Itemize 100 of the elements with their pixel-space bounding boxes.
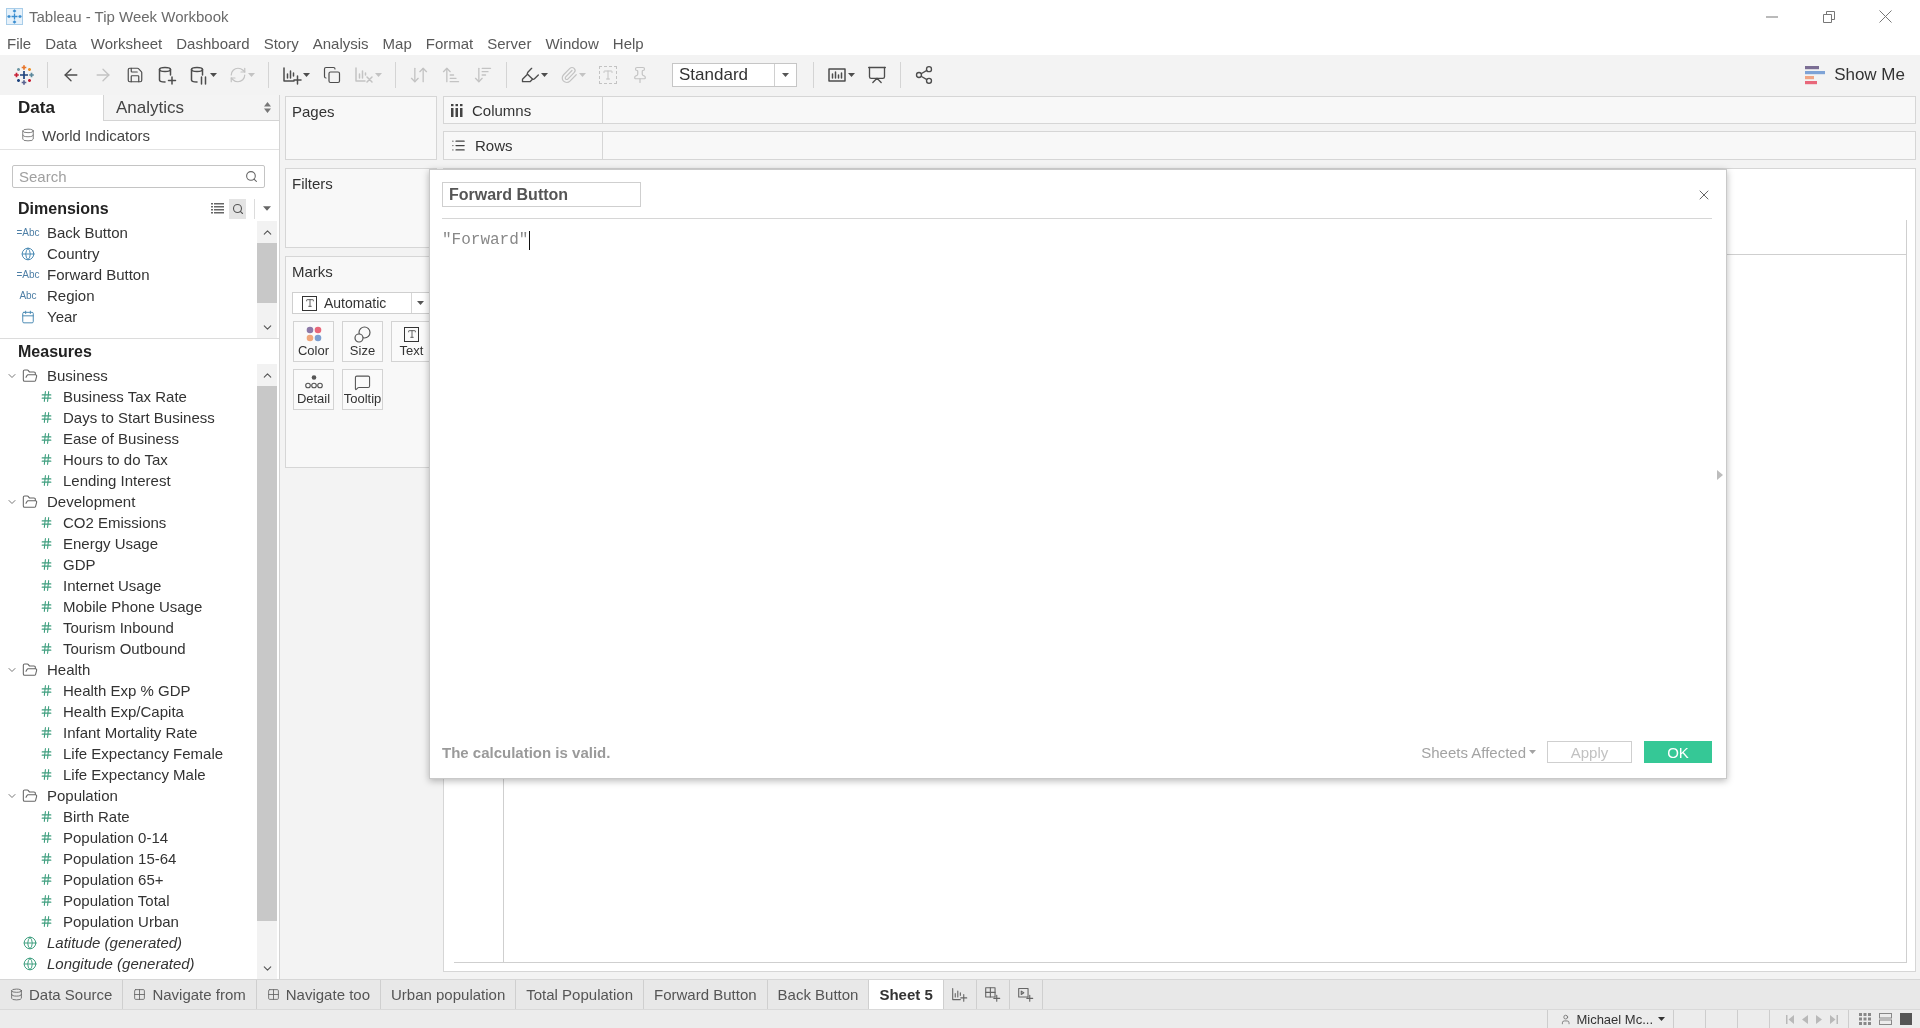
shelf-title: Columns: [472, 101, 532, 119]
hash-icon: [39, 915, 53, 928]
field-item[interactable]: Population 65+: [0, 869, 257, 890]
app-logo-icon[interactable]: [14, 65, 34, 85]
search-field[interactable]: Search: [12, 165, 265, 188]
field-item[interactable]: Population Urban: [0, 911, 257, 932]
field-item[interactable]: Birth Rate: [0, 806, 257, 827]
field-item[interactable]: Life Expectancy Female: [0, 743, 257, 764]
field-item[interactable]: Country: [0, 243, 257, 264]
hash-icon: [39, 726, 53, 739]
dotted-list-icon[interactable]: [211, 203, 224, 214]
field-item[interactable]: Population 0-14: [0, 827, 257, 848]
scrollbar-thumb[interactable]: [257, 243, 277, 303]
field-item[interactable]: Business Tax Rate: [0, 386, 257, 407]
field-item[interactable]: Population 15-64: [0, 848, 257, 869]
menu-item[interactable]: Format: [418, 33, 481, 55]
field-item[interactable]: Hours to do Tax: [0, 449, 257, 470]
field-item[interactable]: CO2 Emissions: [0, 512, 257, 533]
field-item[interactable]: Tourism Outbound: [0, 638, 257, 659]
database-icon: [21, 128, 35, 142]
skip-forward-icon[interactable]: [1830, 1014, 1838, 1024]
field-item[interactable]: Latitude (generated): [0, 932, 257, 953]
marks-button[interactable]: Detail: [293, 369, 334, 410]
field-item[interactable]: Abc Region: [0, 285, 257, 306]
folder-item[interactable]: Development: [0, 491, 257, 512]
text-box-icon: [404, 326, 419, 342]
menu-item[interactable]: Data: [38, 33, 84, 55]
hash-icon: [39, 873, 53, 886]
presentation-icon: [867, 65, 887, 85]
mark-type-dropdown[interactable]: Automatic: [292, 292, 430, 314]
fit-dropdown[interactable]: Standard: [672, 63, 797, 87]
field-item[interactable]: =Abc Forward Button: [0, 264, 257, 285]
field-item[interactable]: GDP: [0, 554, 257, 575]
up-down-triangles-icon[interactable]: [264, 102, 271, 113]
triangle-right-icon[interactable]: [1816, 1014, 1822, 1024]
field-item[interactable]: Energy Usage: [0, 533, 257, 554]
menu-item[interactable]: Server: [480, 33, 539, 55]
skip-back-icon[interactable]: [1786, 1014, 1794, 1024]
field-item[interactable]: Health Exp/Capita: [0, 701, 257, 722]
text-cursor-icon: [529, 230, 531, 250]
search-icon: [245, 170, 258, 183]
show-me-button[interactable]: Show Me: [1801, 60, 1912, 90]
app-logo-icon: [6, 8, 23, 25]
folder-item[interactable]: Population: [0, 785, 257, 806]
folder-item[interactable]: Business: [0, 365, 257, 386]
folder-item[interactable]: Health: [0, 659, 257, 680]
paperclip-icon: [560, 66, 578, 84]
chart-box-icon: [827, 65, 847, 85]
sheet-tab[interactable]: Sheet 5: [869, 980, 944, 1009]
formula-editor[interactable]: "Forward": [442, 219, 1712, 740]
field-item[interactable]: =Abc Back Button: [0, 222, 257, 243]
marks-button[interactable]: Size: [342, 321, 383, 362]
field-item[interactable]: Tourism Inbound: [0, 617, 257, 638]
section-heading: Dimensions: [18, 199, 109, 218]
hash-icon: [39, 474, 53, 487]
menu-item[interactable]: Worksheet: [83, 33, 170, 55]
triangle-left-icon[interactable]: [1802, 1014, 1808, 1024]
shelf[interactable]: Rows: [443, 131, 1916, 160]
field-item[interactable]: Internet Usage: [0, 575, 257, 596]
field-item[interactable]: Lending Interest: [0, 470, 257, 491]
shelf[interactable]: Columns: [443, 96, 1916, 124]
share-icon: [914, 65, 934, 85]
menu-item[interactable]: Help: [605, 33, 651, 55]
menu-item[interactable]: File: [0, 33, 39, 55]
data-type-label: =Abc: [16, 227, 40, 238]
caret-down-icon: [1658, 1017, 1665, 1021]
marks-button[interactable]: Tooltip: [342, 369, 383, 410]
swap-arrows-icon: [409, 65, 429, 85]
horizontal-bars-icon: [1805, 65, 1828, 85]
field-item[interactable]: Ease of Business: [0, 428, 257, 449]
validation-message: The calculation is valid.: [442, 743, 611, 761]
hash-icon: [39, 894, 53, 907]
marks-button[interactable]: Text: [391, 321, 432, 362]
dot-grid-icon[interactable]: [1859, 1013, 1871, 1025]
user-menu[interactable]: Michael Mc...: [1547, 1010, 1674, 1028]
menu-item[interactable]: Map: [375, 33, 419, 55]
database-plus-icon: [157, 65, 177, 85]
hash-icon: [39, 516, 53, 529]
field-item[interactable]: Infant Mortality Rate: [0, 722, 257, 743]
stacked-rows-icon[interactable]: [1879, 1013, 1892, 1025]
field-item[interactable]: Year: [0, 306, 257, 327]
menu-item[interactable]: Analysis: [305, 33, 376, 55]
data-source-name[interactable]: World Indicators: [42, 126, 151, 144]
pane-tab[interactable]: Analytics: [103, 95, 279, 121]
search-button[interactable]: [229, 198, 246, 219]
field-item[interactable]: Days to Start Business: [0, 407, 257, 428]
menu-item[interactable]: Story: [256, 33, 306, 55]
field-item[interactable]: Health Exp % GDP: [0, 680, 257, 701]
hash-icon: [39, 705, 53, 718]
hash-icon: [39, 432, 53, 445]
right-triangle-icon[interactable]: [1717, 470, 1723, 480]
hash-icon: [39, 642, 53, 655]
marks-button[interactable]: Color: [293, 321, 334, 362]
field-item[interactable]: Life Expectancy Male: [0, 764, 257, 785]
menu-item[interactable]: Dashboard: [169, 33, 257, 55]
field-item[interactable]: Longitude (generated): [0, 953, 257, 974]
menu-item[interactable]: Window: [538, 33, 606, 55]
field-item[interactable]: Population Total: [0, 890, 257, 911]
field-item[interactable]: Mobile Phone Usage: [0, 596, 257, 617]
calculation-name-field[interactable]: Forward Button: [442, 182, 641, 207]
